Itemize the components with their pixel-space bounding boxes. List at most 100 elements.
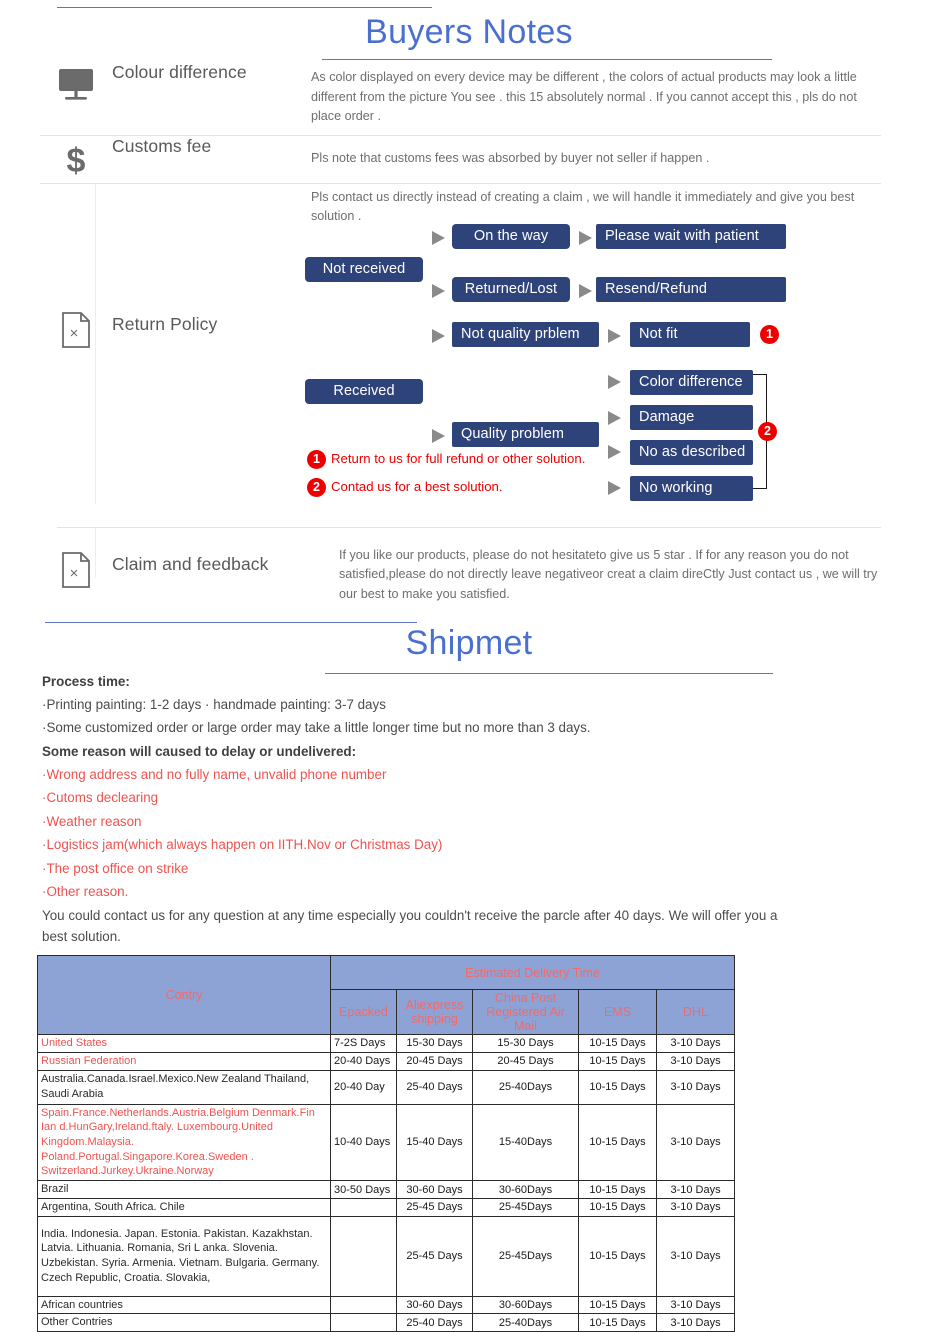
legend-text-two: Contad us for a best solution. [331, 478, 503, 494]
row-country: Argentina, South Africa. Chile [37, 1197, 331, 1217]
arrow-to-resend-refund [579, 283, 592, 298]
row-dhl: 3-10 Days [655, 1103, 736, 1182]
document-x-icon-claim: × [40, 528, 112, 588]
row-dhl: 3-10 Days [655, 1034, 736, 1053]
row-china-post: 25-40Days [472, 1069, 579, 1105]
row-aliexpress: 25-40 Days [396, 1069, 473, 1105]
flow-box-no-as-described[interactable]: No as described [630, 439, 753, 465]
flow-box-damage[interactable]: Damage [630, 404, 753, 430]
note-label-return-policy: Return Policy [112, 313, 218, 334]
flow-box-on-the-way[interactable]: On the way [452, 223, 570, 249]
svg-text:$: $ [67, 142, 86, 178]
arrow-to-on-the-way [432, 230, 445, 245]
note-label-customs-fee: Customs fee [112, 135, 212, 156]
flow-box-received[interactable]: Received [305, 378, 423, 404]
row-epacked [330, 1313, 397, 1332]
arrow-to-no-working [608, 480, 621, 495]
row-ems: 10-15 Days [578, 1034, 657, 1053]
legend-text-one: Return to us for full refund or other so… [331, 450, 586, 466]
table-header-country: Contry [37, 955, 331, 1036]
row-aliexpress: 15-40 Days [396, 1103, 473, 1182]
row-epacked: 20-40 Day [330, 1069, 397, 1105]
legend-badge-one: 1 [307, 449, 326, 469]
shipment-line-0: Process time: [42, 673, 130, 689]
row-china-post: 20-45 Days [472, 1051, 579, 1071]
flow-box-please-wait[interactable]: Please wait with patient [596, 223, 786, 249]
row-country: Australia.Canada.Israel.Mexico.New Zeala… [37, 1069, 331, 1105]
buyers-notes-title-block: Buyers Notes [0, 0, 938, 62]
flow-box-resend-refund[interactable]: Resend/Refund [596, 276, 786, 302]
table-row: Australia.Canada.Israel.Mexico.New Zeala… [37, 1069, 736, 1105]
shipment-line-4: ·Wrong address and no fully name, unvali… [42, 767, 387, 783]
flow-box-not-received[interactable]: Not received [305, 256, 423, 282]
shipment-line-3: Some reason will caused to delay or unde… [42, 743, 357, 759]
row-epacked [330, 1215, 397, 1297]
row-aliexpress: 25-40 Days [396, 1313, 473, 1332]
flow-box-not-quality-problem[interactable]: Not quality prblem [452, 321, 599, 347]
row-epacked: 10-40 Days [330, 1103, 397, 1182]
svg-text:×: × [70, 565, 79, 582]
section-divider-vertical-2 [95, 527, 96, 578]
title-rule-bottom [322, 59, 772, 60]
row-epacked: 20-40 Days [330, 1051, 397, 1071]
table-header-ems: EMS [578, 989, 657, 1036]
section-divider-vertical [95, 183, 96, 504]
shipment-line-9: ·Other reason. [42, 883, 129, 899]
table-header-row-group: Contry Estimated Delivery Time [37, 955, 736, 1036]
row-epacked: 30-50 Days [330, 1180, 397, 1199]
table-row: India. Indonesia. Japan. Estonia. Pakist… [37, 1215, 736, 1297]
badge-two: 2 [758, 421, 777, 441]
row-china-post: 15-40Days [472, 1103, 579, 1182]
row-ems: 10-15 Days [578, 1313, 657, 1332]
shipment-title-rule-bottom [325, 672, 773, 674]
row-ems: 10-15 Days [578, 1103, 657, 1182]
row-ems: 10-15 Days [578, 1051, 657, 1071]
shipment-title-block: Shipmet [0, 614, 938, 674]
row-china-post: 15-30 Days [472, 1034, 579, 1053]
table-row: Russian Federation 20-40 Days 20-45 Days… [37, 1051, 736, 1071]
document-x-icon-return: × [40, 184, 112, 348]
row-ems: 10-15 Days [578, 1069, 657, 1105]
note-row-customs-fee: $ Customs fee Pls note that customs fees… [40, 136, 881, 184]
estimated-delivery-table: Contry Estimated Delivery Time Epacked A… [37, 955, 736, 1332]
flow-box-quality-problem[interactable]: Quality problem [452, 421, 599, 447]
table-header-group: Estimated Delivery Time [329, 955, 736, 991]
flow-box-color-difference[interactable]: Color difference [630, 369, 753, 395]
row-country: Brazil [37, 1180, 331, 1199]
row-dhl: 3-10 Days [655, 1069, 736, 1105]
row-aliexpress: 20-45 Days [396, 1051, 473, 1071]
row-china-post: 25-45Days [472, 1197, 579, 1217]
svg-text:×: × [70, 325, 79, 342]
shipment-line-7: ·Logistics jam(which always happen on II… [42, 837, 443, 853]
arrow-to-not-quality-problem [432, 328, 445, 343]
arrow-to-returned-lost [432, 283, 445, 298]
table-row: United States 7-2S Days 15-30 Days 15-30… [37, 1034, 736, 1053]
row-china-post: 25-45Days [472, 1215, 579, 1297]
row-china-post: 25-40Days [472, 1313, 579, 1332]
title-rule-top [57, 7, 432, 8]
flow-box-no-working[interactable]: No working [630, 475, 753, 501]
arrow-to-no-as-described [608, 444, 621, 459]
row-ems: 10-15 Days [578, 1180, 657, 1199]
arrow-to-damage [608, 410, 621, 425]
return-policy-flowchart: Not received Received On the way Returne… [302, 223, 881, 527]
table-row: Argentina, South Africa. Chile 25-45 Day… [37, 1197, 736, 1217]
flow-box-not-fit[interactable]: Not fit [630, 321, 750, 347]
note-label-claim-feedback: Claim and feedback [112, 553, 269, 574]
table-header-china-post: China Post Registered Air Mail [472, 989, 579, 1036]
arrow-to-not-fit [608, 328, 621, 343]
note-row-claim-feedback: × Claim and feedback If you like our pro… [40, 527, 881, 614]
row-dhl: 3-10 Days [655, 1215, 736, 1297]
note-row-return-policy: × Return Policy Pls contact us directly … [40, 183, 881, 527]
arrow-to-quality-problem [432, 428, 445, 443]
row-country: Russian Federation [37, 1051, 331, 1071]
table-header-dhl: DHL [655, 989, 736, 1036]
table-row: Spain.France.Netherlands.Austria.Belgium… [37, 1103, 736, 1182]
flow-box-returned-lost[interactable]: Returned/Lost [452, 276, 570, 302]
note-body-claim-feedback: If you like our products, please do not … [339, 547, 878, 601]
shipment-line-6: ·Weather reason [42, 813, 142, 829]
note-body-customs-fee: Pls note that customs fees was absorbed … [311, 150, 710, 165]
row-country: India. Indonesia. Japan. Estonia. Pakist… [37, 1215, 331, 1297]
dollar-icon: $ [40, 136, 112, 178]
legend-badge-two: 2 [307, 477, 326, 497]
